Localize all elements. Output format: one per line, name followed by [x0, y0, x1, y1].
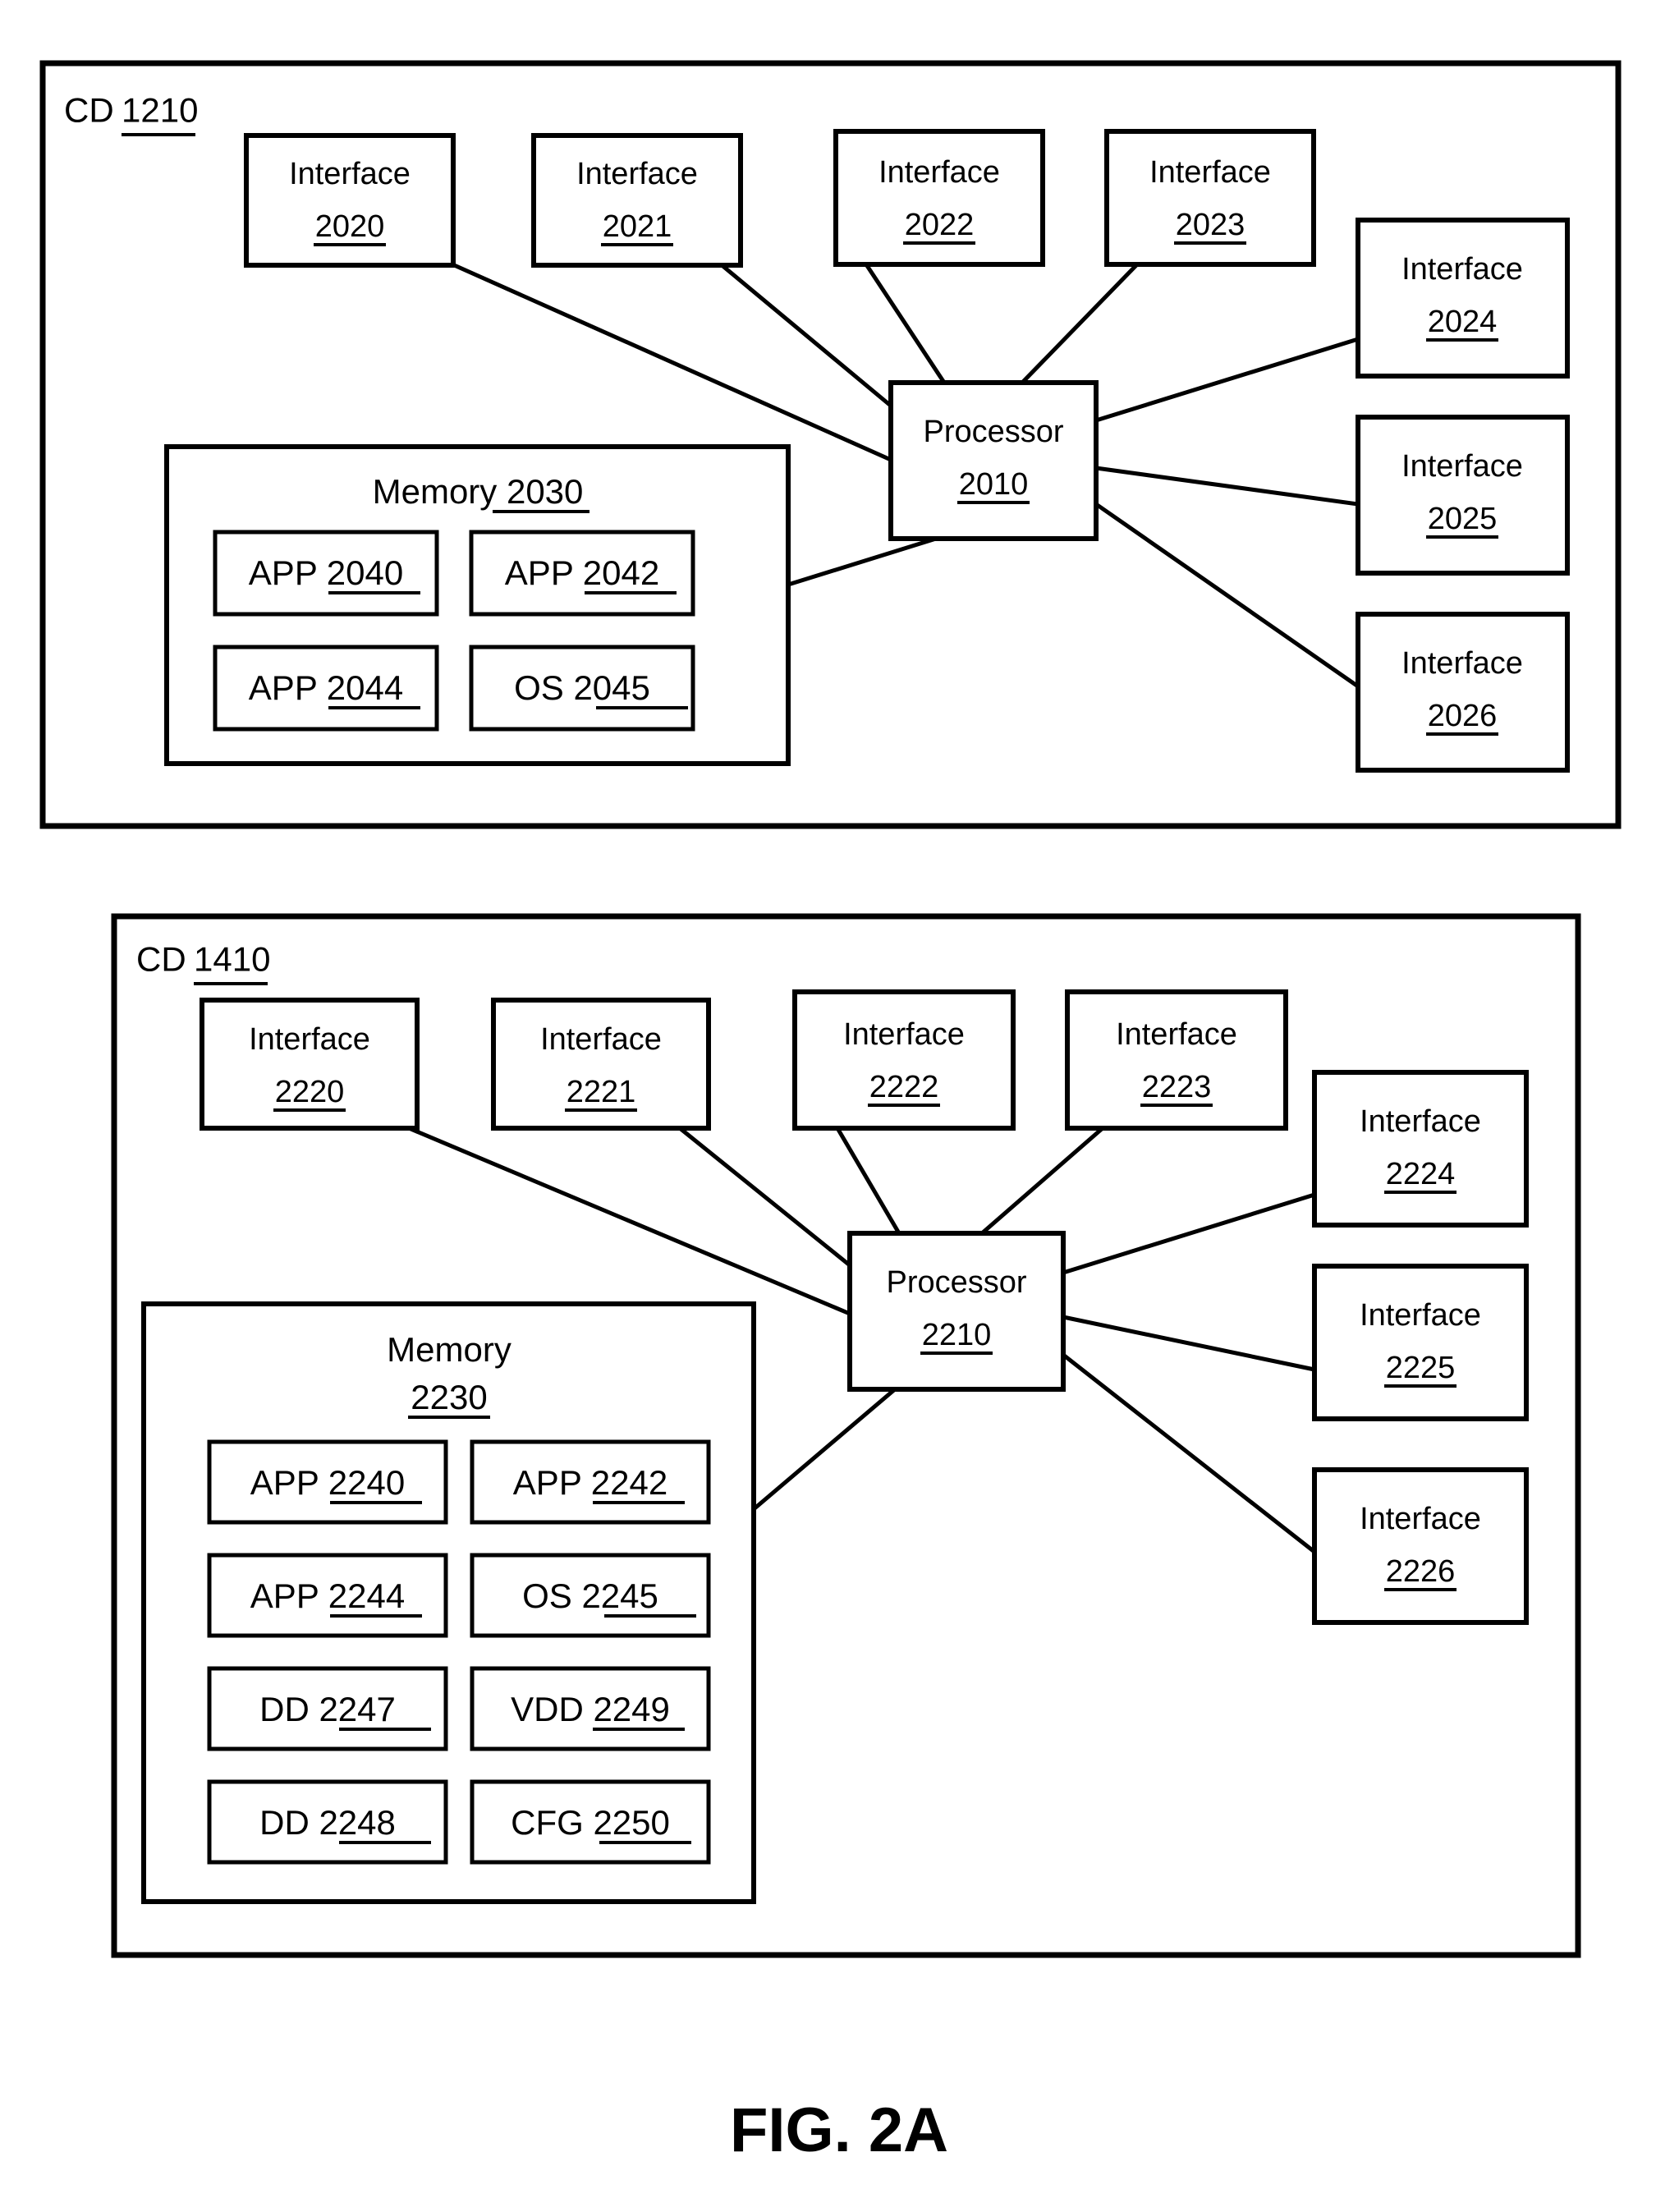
interface-2225-line1: Interface: [1360, 1298, 1481, 1333]
interface-2020-line2: 2020: [315, 209, 385, 244]
interface-2222-line2: 2222: [869, 1070, 939, 1104]
processor-2010[interactable]: Processor 2010: [888, 380, 1099, 541]
interface-2025-line2: 2025: [1428, 502, 1498, 536]
processor-2010-line1: Processor: [923, 415, 1063, 449]
interface-2024[interactable]: Interface 2024: [1356, 218, 1570, 379]
interface-2226-line1: Interface: [1360, 1502, 1481, 1536]
processor-2010-line2: 2010: [959, 467, 1029, 502]
interface-2026-line2: 2026: [1428, 699, 1498, 733]
interface-2025-box[interactable]: [1356, 415, 1570, 576]
app-2040-text: APP 2040: [249, 553, 403, 592]
interface-2021-line2: 2021: [603, 209, 672, 244]
memory-2030-block-os-2045[interactable]: OS 2045: [469, 645, 695, 732]
interface-2021-line1: Interface: [576, 157, 698, 191]
diagram-cd-1410: CD 1410 Interface 2220 Interface 2221 In…: [111, 913, 1581, 1958]
dd-2248-text: DD 2248: [259, 1803, 396, 1842]
interface-2223-line2: 2223: [1142, 1070, 1212, 1104]
memory-2030-block-app-2040[interactable]: APP 2040: [213, 530, 439, 617]
interface-2225[interactable]: Interface 2225: [1312, 1264, 1529, 1421]
interface-2024-line1: Interface: [1401, 252, 1523, 287]
cd-1410-label-ref: 1410: [194, 939, 270, 978]
cd-1210-label-ref: 1210: [122, 90, 198, 129]
interface-2022-line1: Interface: [878, 155, 1000, 190]
app-2240-text: APP 2240: [250, 1463, 405, 1502]
interface-2021[interactable]: Interface 2021: [531, 133, 743, 268]
interface-2220[interactable]: Interface 2220: [200, 998, 420, 1131]
interface-2226[interactable]: Interface 2226: [1312, 1467, 1529, 1625]
processor-2210-line1: Processor: [886, 1265, 1026, 1300]
memory-2230-ref: 2230: [411, 1378, 487, 1416]
interface-2222[interactable]: Interface 2222: [792, 989, 1016, 1131]
memory-2230-block-os-2245[interactable]: OS 2245: [470, 1553, 711, 1638]
interface-2222-line1: Interface: [843, 1017, 965, 1052]
interface-2221-line2: 2221: [567, 1075, 636, 1109]
interface-2224-line2: 2224: [1386, 1157, 1456, 1191]
interface-2023-line1: Interface: [1149, 155, 1271, 190]
processor-2210[interactable]: Processor 2210: [847, 1231, 1066, 1392]
interface-2224-box[interactable]: [1312, 1070, 1529, 1228]
dd-2247-text: DD 2247: [259, 1690, 396, 1728]
figure-canvas: CD 1210 Interface 2020 Interface 2021 In…: [39, 60, 1622, 2165]
interface-2223[interactable]: Interface 2223: [1065, 989, 1288, 1131]
interface-2222-box[interactable]: [792, 989, 1016, 1131]
interface-2025-line1: Interface: [1401, 449, 1523, 484]
interface-2220-line2: 2220: [275, 1075, 345, 1109]
memory-2230-block-app-2244[interactable]: APP 2244: [207, 1553, 448, 1638]
interface-2223-box[interactable]: [1065, 989, 1288, 1131]
os-2245-text: OS 2245: [522, 1576, 658, 1615]
memory-2230-block-app-2242[interactable]: APP 2242: [470, 1439, 711, 1525]
figure-caption: FIG. 2A: [730, 2095, 948, 2165]
interface-2224[interactable]: Interface 2224: [1312, 1070, 1529, 1228]
diagram-cd-1210: CD 1210 Interface 2020 Interface 2021 In…: [39, 60, 1622, 829]
memory-2230-block-dd-2248[interactable]: DD 2248: [207, 1779, 448, 1865]
interface-2220-line1: Interface: [249, 1022, 370, 1057]
patent-figure-2a: CD 1210 Interface 2020 Interface 2021 In…: [0, 0, 1679, 2212]
interface-2020-line1: Interface: [289, 157, 411, 191]
processor-2010-box[interactable]: [888, 380, 1099, 541]
cd-1410-interfaces-right: Interface 2224 Interface 2225 Interface …: [1312, 1070, 1529, 1625]
cfg-2250-text: CFG 2250: [511, 1803, 670, 1842]
memory-2030-title: Memory 2030: [373, 472, 584, 511]
cd-1410-label-prefix: CD: [136, 939, 186, 978]
memory-2230-block-vdd-2249[interactable]: VDD 2249: [470, 1666, 711, 1751]
app-2042-text: APP 2042: [505, 553, 659, 592]
interface-2026-box[interactable]: [1356, 612, 1570, 773]
cd-1210-interfaces-right: Interface 2024 Interface 2025 Interface …: [1356, 218, 1570, 773]
processor-2210-line2: 2210: [922, 1318, 992, 1352]
app-2242-text: APP 2242: [513, 1463, 667, 1502]
app-2244-text: APP 2244: [250, 1576, 405, 1615]
memory-2230[interactable]: Memory 2230 APP 2240 APP 2242 APP 2244 O…: [141, 1301, 756, 1904]
memory-2230-block-cfg-2250[interactable]: CFG 2250: [470, 1779, 711, 1865]
memory-2230-title: Memory: [387, 1330, 511, 1369]
interface-2023-line2: 2023: [1176, 208, 1245, 242]
app-2044-text: APP 2044: [249, 668, 403, 707]
interface-2023[interactable]: Interface 2023: [1104, 129, 1316, 267]
interface-2223-line1: Interface: [1116, 1017, 1237, 1052]
interface-2020[interactable]: Interface 2020: [244, 133, 456, 268]
os-2045-text: OS 2045: [514, 668, 650, 707]
interface-2024-box[interactable]: [1356, 218, 1570, 379]
interface-2022-line2: 2022: [905, 208, 975, 242]
interface-2221[interactable]: Interface 2221: [491, 998, 711, 1131]
memory-2230-block-dd-2247[interactable]: DD 2247: [207, 1666, 448, 1751]
interface-2224-line1: Interface: [1360, 1104, 1481, 1139]
memory-2030[interactable]: Memory 2030 APP 2040 APP 2042 APP 2044 O…: [164, 444, 791, 766]
interface-2024-line2: 2024: [1428, 305, 1498, 339]
interface-2022[interactable]: Interface 2022: [833, 129, 1045, 267]
interface-2025[interactable]: Interface 2025: [1356, 415, 1570, 576]
cd-1210-label-prefix: CD: [64, 90, 114, 129]
interface-2226-line2: 2226: [1386, 1554, 1456, 1589]
interface-2225-line2: 2225: [1386, 1351, 1456, 1385]
interface-2221-line1: Interface: [540, 1022, 662, 1057]
vdd-2249-text: VDD 2249: [511, 1690, 670, 1728]
memory-2030-block-app-2042[interactable]: APP 2042: [469, 530, 695, 617]
interface-2026-line1: Interface: [1401, 646, 1523, 681]
memory-2030-block-app-2044[interactable]: APP 2044: [213, 645, 439, 732]
interface-2026[interactable]: Interface 2026: [1356, 612, 1570, 773]
processor-2210-box[interactable]: [847, 1231, 1066, 1392]
memory-2230-block-app-2240[interactable]: APP 2240: [207, 1439, 448, 1525]
interface-2225-box[interactable]: [1312, 1264, 1529, 1421]
interface-2226-box[interactable]: [1312, 1467, 1529, 1625]
